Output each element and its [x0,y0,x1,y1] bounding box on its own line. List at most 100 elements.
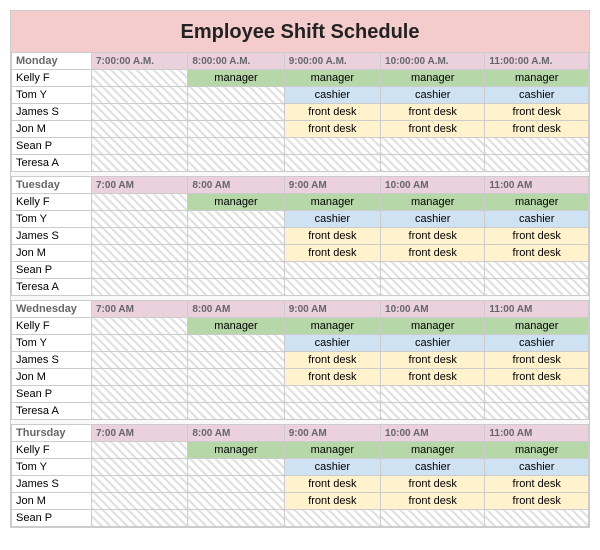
schedule-table: Monday7:00:00 A.M.8:00:00 A.M.9:00:00 A.… [11,52,589,527]
shift-cell [92,335,188,352]
employee-name: Kelly F [12,318,92,335]
shift-cell [284,403,380,420]
table-row: Jon Mfront deskfront deskfront desk [12,245,589,262]
table-row: Kelly Fmanagermanagermanagermanager [12,442,589,459]
shift-cell [188,493,284,510]
table-row: Tom Ycashiercashiercashier [12,459,589,476]
shift-cell [92,318,188,335]
shift-cell [92,211,188,228]
shift-cell: front desk [381,493,485,510]
shift-cell: manager [284,318,380,335]
time-header: 9:00 AM [284,425,380,442]
table-row: James Sfront deskfront deskfront desk [12,104,589,121]
shift-cell [92,104,188,121]
shift-cell: cashier [284,211,380,228]
shift-cell [485,262,589,279]
day-label-monday: Monday [12,53,92,70]
shift-cell [284,386,380,403]
shift-cell: manager [485,442,589,459]
shift-cell [92,442,188,459]
employee-name: Teresa A [12,403,92,420]
shift-cell [485,510,589,527]
time-header: 9:00 AM [284,301,380,318]
employee-name: Sean P [12,138,92,155]
shift-cell [485,138,589,155]
time-header: 8:00 AM [188,177,284,194]
employee-name: Sean P [12,510,92,527]
employee-name: James S [12,228,92,245]
time-header: 8:00 AM [188,425,284,442]
table-row: Kelly Fmanagermanagermanagermanager [12,194,589,211]
shift-cell [188,476,284,493]
shift-cell: cashier [485,459,589,476]
employee-name: Kelly F [12,442,92,459]
shift-cell: front desk [284,369,380,386]
shift-cell [92,138,188,155]
employee-name: Tom Y [12,87,92,104]
shift-cell [92,70,188,87]
shift-cell: front desk [381,104,485,121]
shift-cell: front desk [381,245,485,262]
shift-cell [284,279,380,296]
shift-cell [485,386,589,403]
table-row: James Sfront deskfront deskfront desk [12,352,589,369]
shift-cell: cashier [284,459,380,476]
table-row: Sean P [12,138,589,155]
table-row: James Sfront deskfront deskfront desk [12,476,589,493]
day-header-tuesday: Tuesday7:00 AM8:00 AM9:00 AM10:00 AM11:0… [12,177,589,194]
time-header: 7:00:00 A.M. [92,53,188,70]
shift-cell [92,228,188,245]
shift-cell: front desk [485,369,589,386]
table-row: Tom Ycashiercashiercashier [12,87,589,104]
shift-cell [92,459,188,476]
table-row: Jon Mfront deskfront deskfront desk [12,369,589,386]
shift-cell: manager [381,70,485,87]
shift-cell [284,155,380,172]
shift-cell: manager [485,318,589,335]
shift-cell: manager [188,70,284,87]
shift-cell [485,403,589,420]
shift-cell [92,245,188,262]
shift-cell: front desk [381,476,485,493]
day-header-wednesday: Wednesday7:00 AM8:00 AM9:00 AM10:00 AM11… [12,301,589,318]
employee-name: Tom Y [12,211,92,228]
shift-cell [92,279,188,296]
shift-cell [188,228,284,245]
employee-name: Jon M [12,369,92,386]
time-header: 11:00 AM [485,301,589,318]
shift-cell [188,155,284,172]
time-header: 10:00:00 A.M. [381,53,485,70]
shift-cell: cashier [485,211,589,228]
shift-cell: manager [381,318,485,335]
shift-cell [188,369,284,386]
shift-cell [381,262,485,279]
shift-cell: cashier [381,335,485,352]
time-header: 10:00 AM [381,425,485,442]
shift-cell: manager [188,318,284,335]
shift-cell [92,386,188,403]
shift-cell [188,279,284,296]
day-label-wednesday: Wednesday [12,301,92,318]
table-row: Kelly Fmanagermanagermanagermanager [12,70,589,87]
table-row: Sean P [12,386,589,403]
table-row: Jon Mfront deskfront deskfront desk [12,121,589,138]
table-row: Tom Ycashiercashiercashier [12,211,589,228]
shift-cell [381,386,485,403]
page-container: Employee Shift Schedule Monday7:00:00 A.… [10,10,590,528]
shift-cell: front desk [485,476,589,493]
shift-cell [284,138,380,155]
shift-cell [188,386,284,403]
employee-name: Teresa A [12,279,92,296]
shift-cell: front desk [284,104,380,121]
time-header: 7:00 AM [92,301,188,318]
title-bar: Employee Shift Schedule [11,11,589,52]
employee-name: James S [12,104,92,121]
time-header: 7:00 AM [92,425,188,442]
day-label-tuesday: Tuesday [12,177,92,194]
shift-cell: front desk [284,352,380,369]
day-header-monday: Monday7:00:00 A.M.8:00:00 A.M.9:00:00 A.… [12,53,589,70]
shift-cell [381,155,485,172]
shift-cell [188,403,284,420]
time-header: 10:00 AM [381,301,485,318]
shift-cell: manager [381,442,485,459]
